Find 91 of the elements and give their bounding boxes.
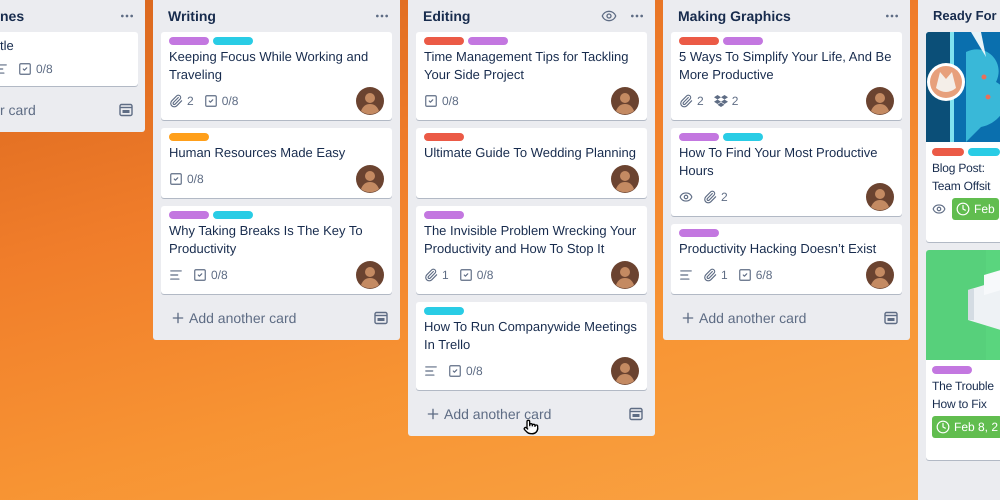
attachment-count: 2 — [721, 189, 728, 206]
card-title: Keeping Focus While Working and Traveling — [169, 48, 370, 84]
paperclip-icon — [679, 94, 693, 108]
card-title-line: The Trouble — [932, 378, 995, 395]
list-title[interactable]: Editing — [423, 6, 470, 26]
plus-icon — [170, 310, 186, 326]
avatar[interactable] — [866, 261, 894, 289]
card[interactable]: Keeping Focus While Working and Traveling 2 0/8 — [161, 32, 392, 120]
dropbox-count: 2 — [732, 93, 738, 110]
attachment-count: 1 — [721, 267, 728, 284]
card[interactable]: Ultimate Guide To Wedding Planning — [416, 128, 647, 198]
card-title-line: How to Fix — [932, 396, 988, 413]
card-template-icon[interactable] — [374, 311, 388, 325]
checklist-icon — [193, 268, 207, 282]
card-title: Ultimate Guide To Wedding Planning — [424, 144, 637, 162]
card-title: 5 Ways To Simplify Your Life, And Be More Productive — [679, 48, 892, 84]
card-title-line: Blog Post: — [932, 160, 986, 177]
avatar[interactable] — [611, 165, 639, 193]
card-template-icon[interactable] — [884, 311, 898, 325]
clock-icon — [936, 420, 950, 434]
card[interactable]: Human Resources Made Easy 0/8 — [161, 128, 392, 198]
add-card-button[interactable]: Add another card — [425, 404, 552, 424]
card-title-line: Team Offsit — [932, 178, 992, 195]
checklist-icon — [169, 172, 183, 186]
due-date: Feb — [974, 201, 995, 218]
description-icon — [169, 268, 183, 282]
card-title: Time Management Tips for Tackling Your Side Project — [424, 48, 630, 84]
avatar[interactable] — [356, 87, 384, 115]
card-title: Productivity Hacking Doesn’t Exist — [679, 240, 878, 258]
avatar[interactable] — [356, 261, 384, 289]
avatar[interactable] — [866, 87, 894, 115]
card-template-icon[interactable] — [629, 407, 643, 421]
list-title[interactable]: Making Graphics — [678, 6, 791, 26]
avatar[interactable] — [866, 183, 894, 211]
avatar[interactable] — [611, 357, 639, 385]
avatar[interactable] — [611, 87, 639, 115]
card-template-icon[interactable] — [119, 103, 133, 117]
checklist-count: 0/8 — [187, 171, 204, 188]
card[interactable]: 5 Ways To Simplify Your Life, And Be More Productive 2 2 — [671, 32, 902, 120]
list-title[interactable]: nes — [0, 6, 24, 26]
checklist-icon — [458, 268, 473, 282]
card-title: Why Taking Breaks Is The Key To Productivity — [169, 222, 364, 258]
description-icon — [679, 268, 693, 282]
attachment-count: 2 — [697, 93, 704, 110]
checklist-count: 0/8 — [222, 93, 238, 110]
list-title[interactable]: Ready For — [933, 6, 997, 26]
eye-icon — [932, 202, 946, 216]
avatar[interactable] — [611, 261, 639, 289]
due-date: Feb 8, 2 — [954, 419, 998, 436]
checklist-count: 0/8 — [211, 267, 228, 284]
plus-icon — [425, 406, 441, 422]
card[interactable]: Why Taking Breaks Is The Key To Productivity 0/8 — [161, 206, 392, 294]
attachment-count: 1 — [442, 267, 449, 284]
clock-icon — [956, 202, 970, 216]
checklist-count: 6/8 — [756, 267, 772, 284]
add-card-button[interactable]: r card — [0, 100, 36, 120]
card[interactable]: The Trouble How to Fix Feb 8, 2 — [926, 250, 1000, 460]
attachment-count: 2 — [187, 93, 194, 110]
card[interactable]: The Invisible Problem Wrecking Your Productivity and How To Stop It 1 0/8 — [416, 206, 647, 294]
checklist-icon — [204, 94, 218, 108]
card[interactable]: Blog Post: Team Offsit Feb — [926, 32, 1000, 242]
add-card-button[interactable]: Add another card — [680, 308, 806, 328]
eye-icon — [679, 190, 693, 204]
checklist-icon — [18, 62, 32, 76]
checklist-count: 0/8 — [466, 363, 483, 380]
card-title: How To Run Companywide Meetings In Trello — [424, 318, 638, 354]
paperclip-icon — [703, 268, 717, 282]
checklist-count: 0/8 — [36, 61, 53, 78]
paperclip-icon — [424, 268, 438, 282]
card[interactable]: Productivity Hacking Doesn’t Exist 1 6/8 — [671, 224, 902, 294]
card-title: Human Resources Made Easy — [169, 144, 346, 162]
card[interactable]: How To Find Your Most Productive Hours 2 — [671, 128, 902, 216]
avatar[interactable] — [356, 165, 384, 193]
dropbox-icon — [714, 94, 728, 108]
card[interactable]: Time Management Tips for Tackling Your Side Project 0/8 — [416, 32, 647, 120]
card-title: tle — [0, 37, 15, 55]
paperclip-icon — [169, 94, 183, 108]
checklist-icon — [424, 94, 438, 108]
checklist-count: 0/8 — [442, 93, 459, 110]
card[interactable]: tle 0/8 — [0, 32, 138, 86]
add-card-button[interactable]: Add another card — [170, 308, 296, 328]
list-title[interactable]: Writing — [168, 6, 216, 26]
plus-icon — [680, 310, 696, 326]
card-title: The Invisible Problem Wrecking Your Productivity and How To Stop It — [424, 222, 638, 258]
paperclip-icon — [703, 190, 717, 204]
card-title: How To Find Your Most Productive Hours — [679, 144, 878, 180]
card[interactable]: How To Run Companywide Meetings In Trello 0/8 — [416, 302, 647, 390]
checklist-icon — [448, 364, 462, 378]
description-icon — [424, 364, 438, 378]
checklist-icon — [738, 268, 752, 282]
checklist-count: 0/8 — [476, 267, 494, 284]
